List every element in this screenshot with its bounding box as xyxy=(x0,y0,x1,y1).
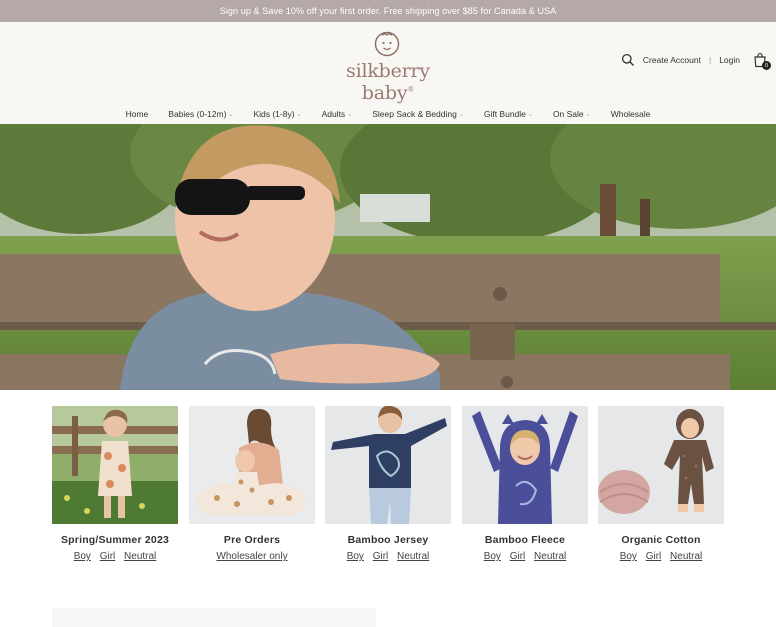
nav-item-kids[interactable]: Kids (1-8y) ⌄ xyxy=(253,106,301,122)
category-photo xyxy=(52,406,178,524)
header-utilities: Create Account | Login 0 xyxy=(621,50,771,70)
category-image[interactable] xyxy=(189,406,315,524)
announcement-bar: Sign up & Save 10% off your first order.… xyxy=(0,0,776,22)
nav-item-wholesale[interactable]: Wholesale xyxy=(611,106,651,122)
chevron-down-icon: ⌄ xyxy=(527,111,533,118)
chevron-down-icon: ⌄ xyxy=(585,111,591,118)
link-girl[interactable]: Girl xyxy=(510,551,526,562)
link-neutral[interactable]: Neutral xyxy=(124,551,156,562)
link-wholesaler-only[interactable]: Wholesaler only xyxy=(216,551,287,562)
hero-photo xyxy=(0,124,776,390)
chevron-down-icon: ⌄ xyxy=(228,111,234,118)
login-link[interactable]: Login xyxy=(719,55,740,65)
category-links: Boy Girl Neutral xyxy=(462,551,588,562)
category-image[interactable] xyxy=(462,406,588,524)
category-grid: Spring/Summer 2023 Boy Girl Neutral Pre … xyxy=(52,406,732,576)
category-image[interactable] xyxy=(325,406,451,524)
link-boy[interactable]: Boy xyxy=(484,551,501,562)
nav-item-babies[interactable]: Babies (0-12m) ⌄ xyxy=(168,106,233,122)
category-title[interactable]: Pre Orders xyxy=(189,534,315,546)
link-girl[interactable]: Girl xyxy=(646,551,662,562)
category-links: Wholesaler only xyxy=(189,551,315,562)
link-neutral[interactable]: Neutral xyxy=(534,551,566,562)
hero-banner[interactable] xyxy=(0,124,776,390)
nav-item-home[interactable]: Home xyxy=(126,106,149,122)
nav-item-gift-bundle[interactable]: Gift Bundle ⌄ xyxy=(484,106,533,122)
category-links: Boy Girl Neutral xyxy=(325,551,451,562)
cart-button[interactable]: 0 xyxy=(752,52,771,70)
link-boy[interactable]: Boy xyxy=(620,551,637,562)
chevron-down-icon: ⌄ xyxy=(296,111,302,118)
main-nav: Home Babies (0-12m) ⌄ Kids (1-8y) ⌄ Adults… xyxy=(0,106,776,122)
category-card-bamboo-fleece[interactable]: Bamboo Fleece Boy Girl Neutral xyxy=(462,406,588,562)
separator: | xyxy=(708,55,712,65)
link-girl[interactable]: Girl xyxy=(100,551,116,562)
link-girl[interactable]: Girl xyxy=(373,551,389,562)
brand-logo[interactable]: silkberry baby® xyxy=(318,28,458,104)
chevron-down-icon: ⌄ xyxy=(458,111,464,118)
nav-item-adults[interactable]: Adults ⌄ xyxy=(322,106,353,122)
category-title[interactable]: Bamboo Jersey xyxy=(325,534,451,546)
category-card-organic-cotton[interactable]: Organic Cotton Boy Girl Neutral xyxy=(598,406,724,562)
category-card-pre-orders[interactable]: Pre Orders Wholesaler only xyxy=(189,406,315,562)
category-title[interactable]: Spring/Summer 2023 xyxy=(52,534,178,546)
category-image[interactable] xyxy=(598,406,724,524)
category-image[interactable] xyxy=(52,406,178,524)
nav-item-on-sale[interactable]: On Sale ⌄ xyxy=(553,106,591,122)
announcement-text: Sign up & Save 10% off your first order.… xyxy=(219,6,557,16)
category-card-bamboo-jersey[interactable]: Bamboo Jersey Boy Girl Neutral xyxy=(325,406,451,562)
category-links: Boy Girl Neutral xyxy=(52,551,178,562)
category-photo xyxy=(189,406,315,524)
brand-name: silkberry baby® xyxy=(346,60,430,104)
category-title[interactable]: Organic Cotton xyxy=(598,534,724,546)
category-title[interactable]: Bamboo Fleece xyxy=(462,534,588,546)
link-boy[interactable]: Boy xyxy=(347,551,364,562)
category-photo xyxy=(462,406,588,524)
category-links: Boy Girl Neutral xyxy=(598,551,724,562)
create-account-link[interactable]: Create Account xyxy=(643,55,701,65)
cart-count-badge: 0 xyxy=(762,61,771,70)
baby-face-icon xyxy=(374,31,400,57)
category-photo xyxy=(598,406,724,524)
chevron-down-icon: ⌄ xyxy=(347,111,353,118)
nav-item-sleep-sack[interactable]: Sleep Sack & Bedding ⌄ xyxy=(372,106,464,122)
link-neutral[interactable]: Neutral xyxy=(670,551,702,562)
next-section-preview xyxy=(52,608,376,627)
link-neutral[interactable]: Neutral xyxy=(397,551,429,562)
category-card-spring-summer[interactable]: Spring/Summer 2023 Boy Girl Neutral xyxy=(52,406,178,562)
category-photo xyxy=(325,406,451,524)
search-icon[interactable] xyxy=(621,53,635,67)
link-boy[interactable]: Boy xyxy=(74,551,91,562)
site-header: silkberry baby® Create Account | Login 0… xyxy=(0,22,776,124)
